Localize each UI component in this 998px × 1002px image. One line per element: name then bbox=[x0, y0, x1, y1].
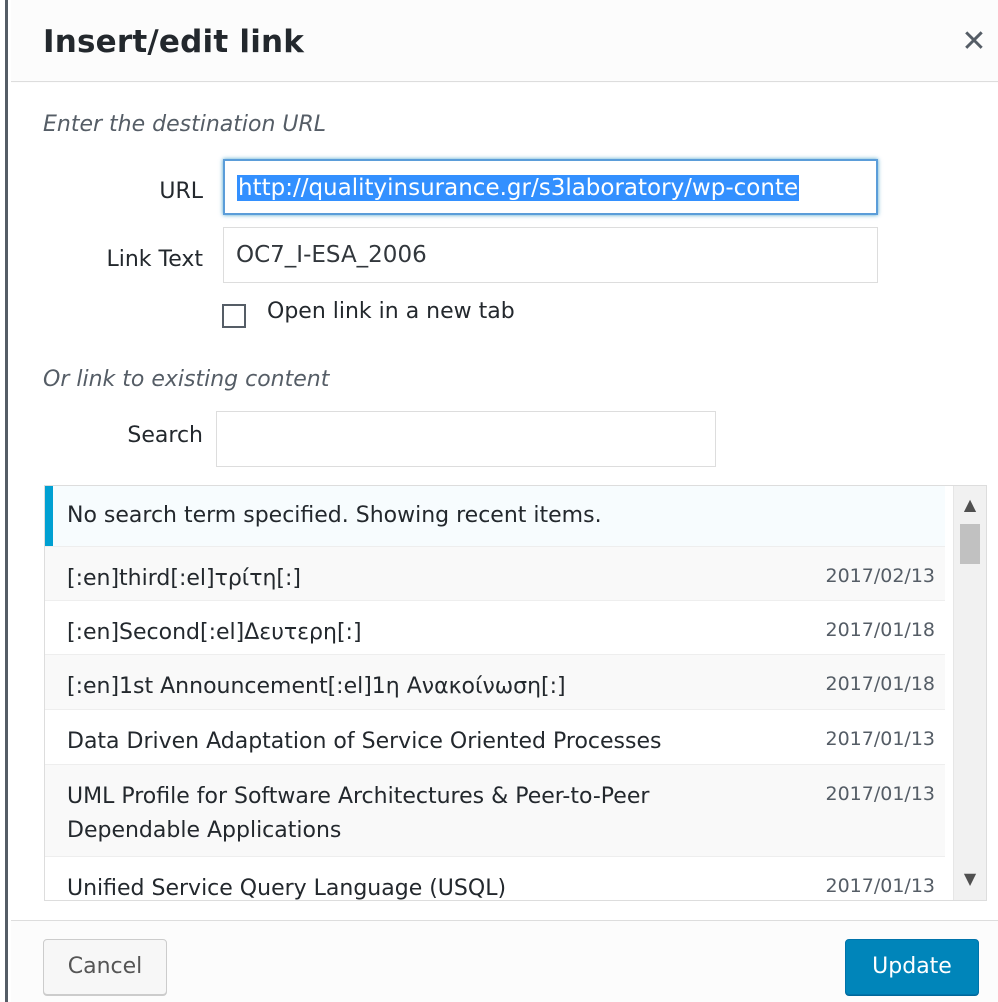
link-text-input[interactable]: OC7_I-ESA_2006 bbox=[223, 227, 878, 283]
cancel-button[interactable]: Cancel bbox=[43, 939, 167, 995]
dialog-footer: Cancel Update bbox=[11, 920, 998, 1002]
result-row[interactable]: Unified Service Query Language (USQL) 20… bbox=[45, 856, 945, 901]
results-scrollbar[interactable]: ▲ ▼ bbox=[953, 486, 986, 900]
dialog-header: Insert/edit link ✕ bbox=[11, 0, 998, 82]
result-row[interactable]: [:en]1st Announcement[:el]1η Ανακοίνωση[… bbox=[45, 654, 945, 709]
result-row[interactable]: Data Driven Adaptation of Service Orient… bbox=[45, 709, 945, 764]
link-text-input-value: OC7_I-ESA_2006 bbox=[236, 242, 427, 268]
new-tab-label: Open link in a new tab bbox=[267, 299, 515, 324]
scroll-down-icon[interactable]: ▼ bbox=[954, 864, 986, 894]
background-window-edge bbox=[0, 0, 8, 1002]
result-title: Data Driven Adaptation of Service Orient… bbox=[67, 729, 662, 754]
result-row[interactable]: [:en]Second[:el]Δευτερη[:] 2017/01/18 bbox=[45, 600, 945, 654]
result-date: 2017/01/13 bbox=[825, 783, 935, 805]
dialog-body: Enter the destination URL URL http://qua… bbox=[11, 83, 998, 920]
new-tab-checkbox[interactable] bbox=[222, 304, 246, 328]
result-row[interactable]: [:en]third[:el]τρίτη[:] 2017/02/13 bbox=[45, 546, 945, 600]
result-date: 2017/01/18 bbox=[825, 619, 935, 641]
scrollbar-thumb[interactable] bbox=[960, 524, 980, 564]
url-input-value: http://qualityinsurance.gr/s3laboratory/… bbox=[237, 175, 800, 201]
insert-edit-link-dialog: Insert/edit link ✕ Enter the destination… bbox=[11, 0, 998, 1002]
result-title: [:en]third[:el]τρίτη[:] bbox=[67, 566, 302, 591]
result-title: Unified Service Query Language (USQL) bbox=[67, 876, 507, 901]
link-text-label: Link Text bbox=[106, 247, 203, 272]
dialog-title: Insert/edit link bbox=[43, 24, 305, 60]
result-date: 2017/01/18 bbox=[825, 673, 935, 695]
scroll-up-icon[interactable]: ▲ bbox=[954, 490, 986, 520]
url-input[interactable]: http://qualityinsurance.gr/s3laboratory/… bbox=[223, 159, 878, 215]
search-section-heading: Or link to existing content bbox=[43, 367, 330, 392]
results-notice: No search term specified. Showing recent… bbox=[45, 486, 945, 546]
result-row[interactable]: UML Profile for Software Architectures &… bbox=[45, 764, 945, 856]
result-title: UML Profile for Software Architectures &… bbox=[67, 784, 650, 843]
url-label: URL bbox=[159, 179, 203, 204]
search-label: Search bbox=[127, 423, 203, 448]
url-section-heading: Enter the destination URL bbox=[43, 112, 327, 137]
update-button[interactable]: Update bbox=[845, 939, 979, 995]
result-title: [:en]Second[:el]Δευτερη[:] bbox=[67, 620, 362, 645]
result-date: 2017/01/13 bbox=[825, 875, 935, 897]
result-date: 2017/02/13 bbox=[825, 565, 935, 587]
search-input[interactable] bbox=[216, 411, 716, 467]
result-date: 2017/01/13 bbox=[825, 728, 935, 750]
result-title: [:en]1st Announcement[:el]1η Ανακοίνωση[… bbox=[67, 674, 566, 699]
results-rows: [:en]third[:el]τρίτη[:] 2017/02/13 [:en]… bbox=[45, 546, 945, 901]
search-results-list: No search term specified. Showing recent… bbox=[44, 485, 987, 901]
close-icon[interactable]: ✕ bbox=[958, 24, 990, 60]
